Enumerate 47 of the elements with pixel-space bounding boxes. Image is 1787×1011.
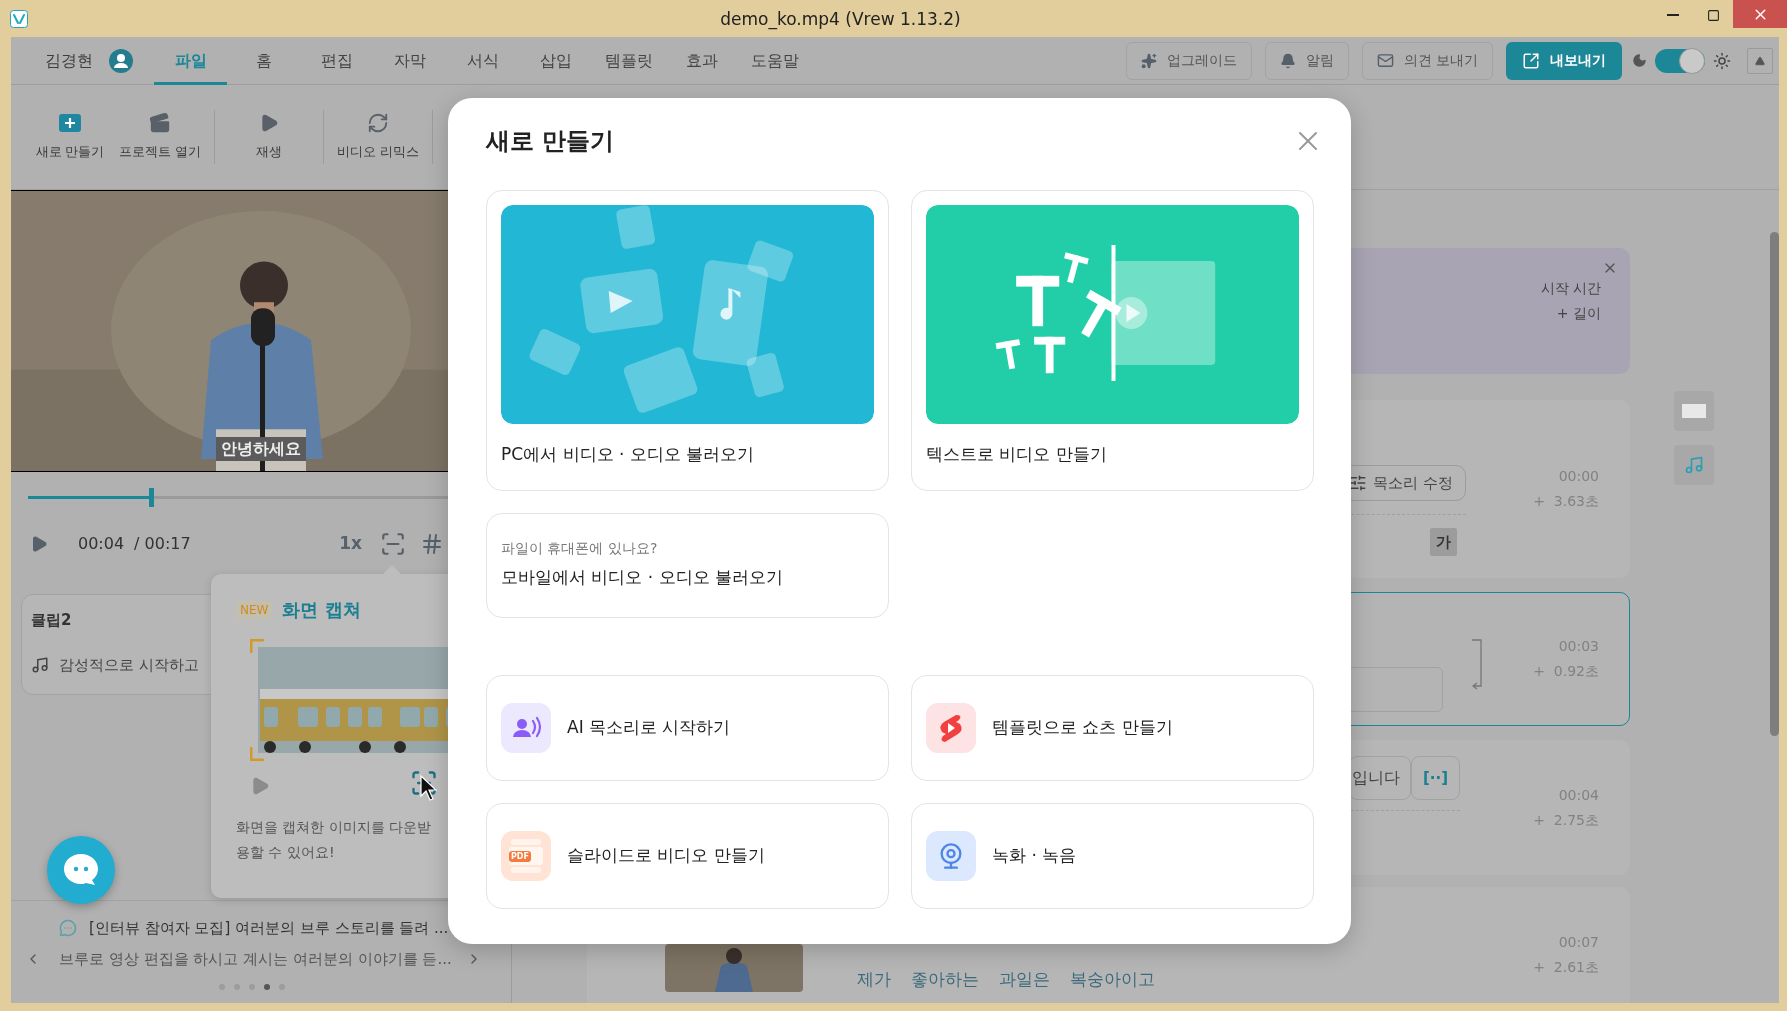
create-option-card[interactable]: 템플릿으로 쇼츠 만들기 — [911, 675, 1314, 781]
toolbar-button[interactable]: 재생 — [224, 102, 314, 172]
create-option-card[interactable]: 녹화 · 녹음 — [911, 803, 1314, 909]
menu-tab[interactable]: 서식 — [446, 36, 519, 85]
font-chip[interactable]: 가 — [1430, 528, 1457, 556]
caption-word[interactable]: 제가 — [857, 966, 891, 992]
total-time: / 00:17 — [134, 533, 191, 555]
menu-tab[interactable]: 효과 — [665, 36, 738, 85]
clip-title: 클립2 — [31, 610, 72, 631]
banner-text: + 길이 — [1556, 304, 1601, 323]
speed-button[interactable]: 1x — [339, 531, 362, 557]
menu-tab[interactable]: 자막 — [373, 36, 446, 85]
current-time: 00:04 — [78, 533, 125, 555]
notice-text: 브루로 영상 편집을 하시고 계시는 여러분의 이야기를 듣... — [59, 948, 452, 970]
caption-word[interactable]: 좋아하는 — [911, 966, 979, 992]
option-label: 모바일에서 비디오 · 오디오 불러오기 — [501, 566, 784, 589]
export-button[interactable]: 내보내기 — [1506, 41, 1622, 80]
dialog-title: 새로 만들기 — [486, 126, 615, 157]
create-option-card[interactable]: 텍스트로 비디오 만들기 — [911, 190, 1314, 491]
video-caption: 안녕하세요 — [216, 437, 306, 461]
toolbar-button[interactable]: 프로젝트 열기 — [115, 102, 205, 172]
banner-text: 시작 시간 — [1540, 279, 1601, 298]
toolbar-button[interactable]: 알림 — [1264, 41, 1349, 80]
notice-title[interactable]: [인터뷰 참여자 모집] 여러분의 브루 스토리를 들려 ... — [89, 917, 449, 940]
hint-text: 파일이 휴대폰에 있나요? — [501, 539, 658, 558]
new-badge: NEW — [236, 599, 273, 620]
caption-word[interactable]: 과일은 — [999, 966, 1050, 992]
menu-tab[interactable]: 홈 — [227, 36, 300, 85]
create-option-card[interactable]: PC에서 비디오 · 오디오 불러오기 — [486, 190, 889, 491]
toolbar-button[interactable]: 의견 보내기 — [1361, 41, 1493, 80]
popover-text: 화면을 캡쳐한 이미지를 다운받 — [236, 818, 432, 837]
caption-word[interactable]: 복숭아이고 — [1070, 966, 1155, 992]
toolbar-button[interactable]: 업그레이드 — [1125, 41, 1252, 80]
slides-icon: PDF — [501, 831, 551, 881]
window-title: demo_ko.mp4 (Vrew 1.13.2) — [720, 8, 961, 32]
menu-tab[interactable]: 편집 — [300, 36, 373, 85]
toolbar-button[interactable]: 새로 만들기 — [25, 102, 115, 172]
toolbar-button[interactable]: 비디오 리믹스 — [333, 102, 423, 172]
menu-tab[interactable]: 템플릿 — [592, 36, 665, 85]
create-option-card[interactable]: PDF 슬라이드로 비디오 만들기 — [486, 803, 889, 909]
popover-text: 용할 수 있어요! — [236, 843, 335, 862]
mobile-import-card[interactable]: 파일이 휴대폰에 있나요? 모바일에서 비디오 · 오디오 불러오기 — [486, 513, 889, 618]
user-name: 김경현 — [45, 49, 93, 72]
clip-text: 감성적으로 시작하고 — [59, 654, 199, 676]
create-option-card[interactable]: AI 목소리로 시작하기 — [486, 675, 889, 781]
menu-tab[interactable]: 도움말 — [738, 36, 811, 85]
menu-tab[interactable]: 삽입 — [519, 36, 592, 85]
